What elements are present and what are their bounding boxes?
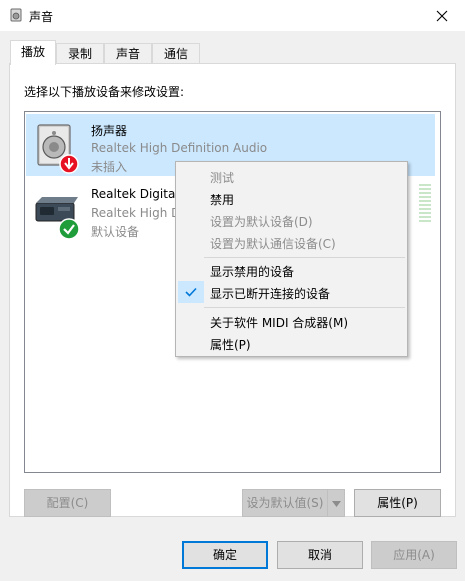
volume-meter <box>419 184 431 224</box>
speaker-app-icon <box>10 8 22 22</box>
window-title: 声音 <box>29 10 54 24</box>
device-status: 默认设备 <box>91 225 140 239</box>
cancel-button[interactable]: 取消 <box>277 541 363 569</box>
menu-check-highlight <box>178 281 204 303</box>
tab-label: 录制 <box>67 47 92 61</box>
chevron-down-icon <box>331 501 341 507</box>
tab-playback[interactable]: 播放 <box>10 40 56 65</box>
tab-label: 播放 <box>20 45 45 59</box>
menu-item-disable[interactable]: 禁用 <box>210 191 234 208</box>
title-bar: 声音 <box>0 0 465 31</box>
tab-label: 通信 <box>163 47 188 61</box>
device-description: Realtek High D <box>91 206 181 220</box>
default-check-icon <box>58 218 80 240</box>
tab-recording[interactable]: 录制 <box>56 43 104 63</box>
menu-item-midi-synth[interactable]: 关于软件 MIDI 合成器(M) <box>210 314 348 331</box>
device-description: Realtek High Definition Audio <box>91 141 268 155</box>
configure-button[interactable]: 配置(C) <box>24 489 111 517</box>
button-label: 属性(P) <box>377 496 418 510</box>
button-label: 设为默认值(S) <box>246 496 324 510</box>
menu-item-set-default[interactable]: 设置为默认设备(D) <box>210 213 313 230</box>
apply-button[interactable]: 应用(A) <box>371 541 457 569</box>
device-name: 扬声器 <box>91 124 128 138</box>
tab-sounds[interactable]: 声音 <box>104 43 152 63</box>
button-label: 取消 <box>307 548 332 562</box>
button-label: 配置(C) <box>46 496 89 510</box>
checkmark-icon <box>185 287 197 297</box>
set-default-dropdown-button[interactable] <box>327 489 345 517</box>
device-status: 未插入 <box>91 160 128 174</box>
device-name: Realtek Digital <box>91 187 179 201</box>
tab-communications[interactable]: 通信 <box>152 43 200 63</box>
instruction-text: 选择以下播放设备来修改设置: <box>24 85 185 99</box>
close-button[interactable] <box>419 0 465 31</box>
menu-item-show-disconnected[interactable]: 显示已断开连接的设备 <box>210 285 330 302</box>
menu-separator <box>204 257 405 258</box>
menu-item-properties[interactable]: 属性(P) <box>210 336 251 353</box>
menu-item-test[interactable]: 测试 <box>210 169 234 186</box>
button-label: 确定 <box>212 548 237 562</box>
menu-item-set-default-comm[interactable]: 设置为默认通信设备(C) <box>210 235 336 252</box>
close-icon <box>436 10 448 21</box>
ok-button[interactable]: 确定 <box>182 541 268 569</box>
menu-separator <box>204 307 405 308</box>
tab-label: 声音 <box>115 47 140 61</box>
context-menu: 测试 禁用 设置为默认设备(D) 设置为默认通信设备(C) 显示禁用的设备 显示… <box>175 161 408 357</box>
properties-button[interactable]: 属性(P) <box>354 489 441 517</box>
menu-item-show-disabled[interactable]: 显示禁用的设备 <box>210 263 294 280</box>
disconnected-icon <box>59 154 79 174</box>
button-label: 应用(A) <box>393 548 435 562</box>
set-default-button[interactable]: 设为默认值(S) <box>242 489 328 517</box>
